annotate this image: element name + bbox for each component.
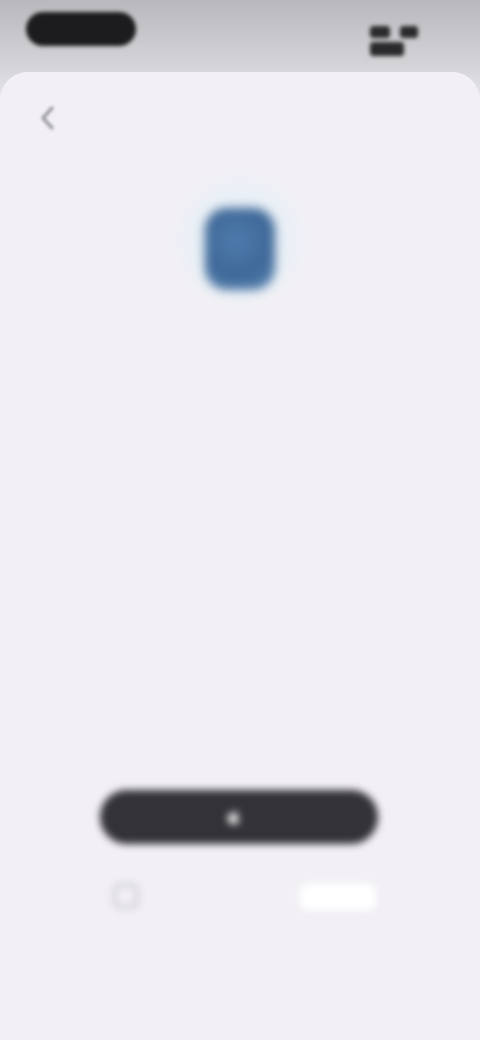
signal-icon (370, 26, 390, 38)
battery-icon (370, 42, 404, 56)
status-bar (0, 0, 480, 64)
modal-sheet (0, 72, 480, 1040)
continue-button[interactable] (100, 790, 378, 844)
status-time-pill (26, 12, 136, 46)
screen (0, 0, 480, 1040)
nav-bar (0, 72, 480, 156)
chevron-left-icon (41, 106, 54, 130)
consent-checkbox[interactable] (114, 884, 138, 908)
status-icons (364, 20, 456, 56)
wifi-icon (400, 26, 419, 38)
consent-link[interactable] (300, 884, 376, 910)
apple-logo-icon (227, 809, 240, 825)
back-button[interactable] (28, 98, 68, 138)
consent-row (114, 884, 384, 928)
app-icon (205, 208, 275, 290)
